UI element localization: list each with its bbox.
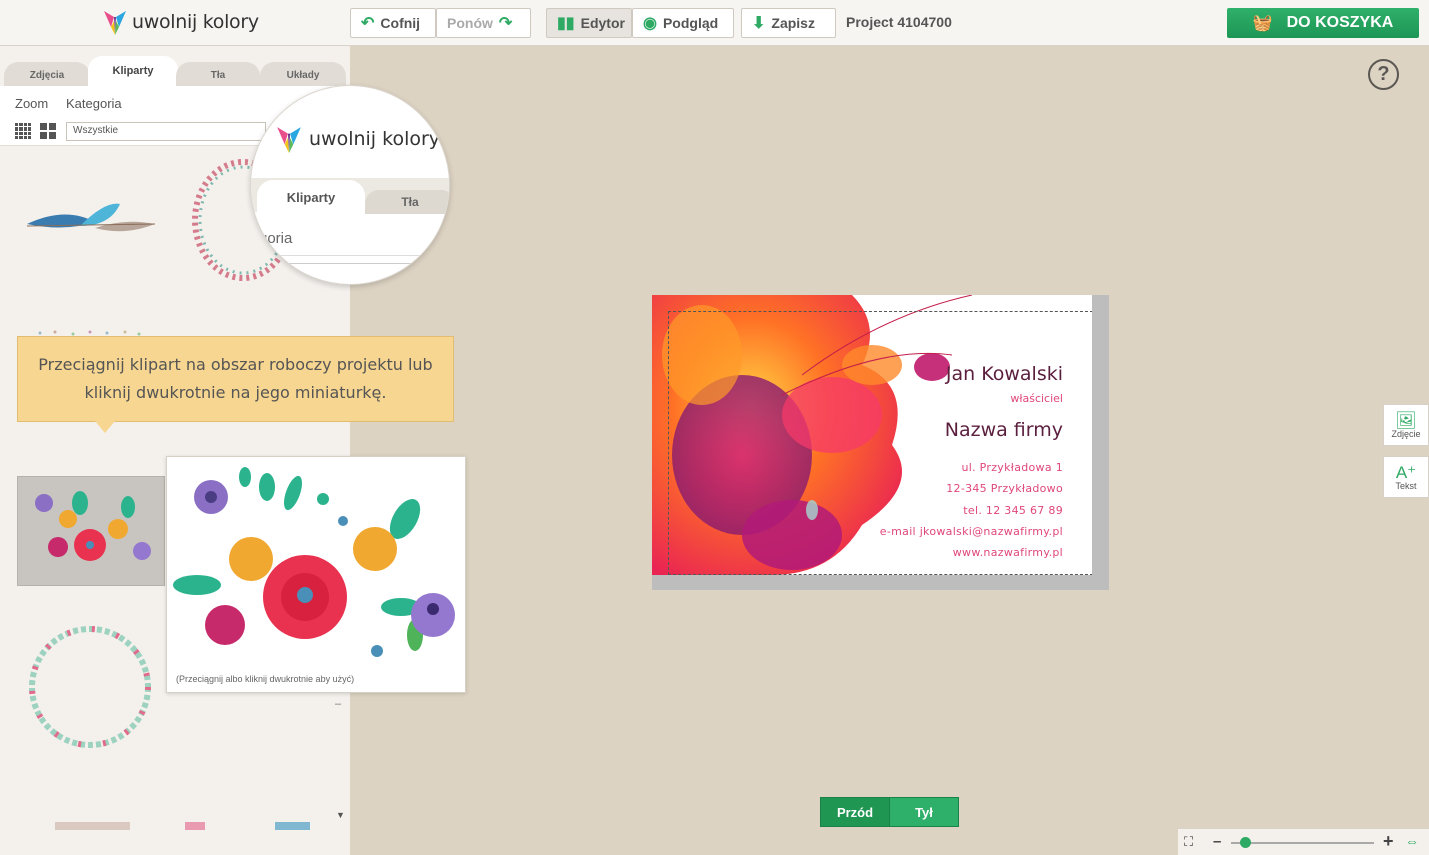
flowers-clipart-large-preview [173,467,455,657]
undo-arrow-icon: ↶ [361,15,375,32]
card-company-name[interactable]: Nazwa firmy [945,419,1063,441]
redo-button[interactable]: Ponów ↷ [436,8,531,38]
card-city-line[interactable]: 12-345 Przykładowo [946,482,1063,495]
zoom-controls: ⛶ – + ⇔ [1178,828,1429,855]
large-grid-view-icon[interactable] [40,123,56,139]
card-person-name[interactable]: Jan Kowalski [946,363,1063,385]
collapse-glyph[interactable]: – [335,698,341,710]
undo-label: Cofnij [380,15,421,31]
tab-backgrounds[interactable]: Tła [176,62,260,88]
project-name: Project 4104700 [846,14,952,30]
zoom-slider-handle[interactable] [1239,837,1251,848]
selected-flowers-clipart-thumbnail[interactable] [17,476,165,586]
add-photo-label: Zdjęcie [1391,428,1421,439]
canvas-bleed-area: Jan Kowalski właściciel Nazwa firmy ul. … [652,295,1109,590]
zoom-out-button[interactable]: – [1213,833,1221,850]
editor-mode-button[interactable]: ▮▮ Edytor [546,8,632,38]
zoom-in-button[interactable]: + [1383,831,1394,852]
preview-caption: (Przeciągnij albo kliknij dwukrotnie aby… [176,674,355,684]
save-label: Zapisz [771,15,815,31]
sidebar-tabs: Zdjęcia Kliparty Tła Układy [0,56,350,88]
editor-layout-icon: ▮▮ [557,15,575,32]
flowers-clipart-image [35,491,151,561]
magnified-select-edge [251,258,431,264]
basket-icon: 🧺 [1252,15,1273,32]
category-select[interactable]: Wszystkie [66,122,266,141]
image-add-icon: 🖼 [1395,410,1417,430]
magnified-logo-text: uwolnij kolory [309,128,441,150]
redo-label: Ponów [447,15,493,31]
tab-layouts[interactable]: Układy [260,62,346,88]
tab-cliparts[interactable]: Kliparty [88,56,178,86]
redo-arrow-icon: ↷ [498,15,513,32]
card-email-line[interactable]: e-mail jkowalski@nazwafirmy.pl [880,525,1063,538]
category-link[interactable]: Kategoria [66,96,122,111]
tab-photos[interactable]: Zdjęcia [4,62,90,88]
undo-button[interactable]: ↶ Cofnij [350,8,436,38]
butterfly-logo-icon [104,11,126,35]
magnified-butterfly-logo-icon [277,127,301,153]
preview-mode-button[interactable]: ◉ Podgląd [632,8,734,38]
next-row-clipart-thumbnails[interactable] [0,822,350,830]
save-button[interactable]: ⬇ Zapisz [741,8,836,38]
eye-icon: ◉ [643,15,657,32]
feathers-clipart-thumbnail[interactable] [25,196,160,246]
magnified-logo: uwolnij kolory [275,122,440,156]
card-website-line[interactable]: www.nazwafirmy.pl [953,546,1063,559]
magnified-tab-cliparts: Kliparty [257,180,365,214]
preview-label: Podgląd [662,15,719,31]
card-person-role[interactable]: właściciel [1010,392,1063,405]
download-icon: ⬇ [752,15,766,32]
front-side-button[interactable]: Przód [820,797,890,827]
zoom-slider-track[interactable] [1231,842,1374,844]
drag-hint-tooltip: Przeciągnij klipart na obszar roboczy pr… [17,336,454,422]
fit-width-icon[interactable]: ⇔ [1405,833,1419,849]
tooltip-arrow [95,421,115,433]
cart-label: DO KOSZYKA [1286,14,1394,31]
add-to-cart-button[interactable]: 🧺 DO KOSZYKA [1227,8,1419,38]
help-icon[interactable]: ? [1368,59,1399,90]
small-grid-view-icon[interactable] [15,123,31,139]
top-toolbar: uwolnij kolory ↶ Cofnij Ponów ↷ ▮▮ Edyto… [0,0,1429,46]
clipart-preview-popup[interactable]: (Przeciągnij albo kliknij dwukrotnie aby… [166,456,466,693]
scroll-down-icon[interactable]: ▼ [336,810,345,820]
back-side-button[interactable]: Tył [889,797,959,827]
logo-text: uwolnij kolory [132,11,259,33]
editor-label: Edytor [580,15,625,31]
business-card-canvas[interactable]: Jan Kowalski właściciel Nazwa firmy ul. … [652,295,1092,575]
round-wreath-clipart-thumbnail[interactable] [25,624,155,750]
magnified-tab-backgrounds: Tła [365,190,449,214]
text-add-icon: A⁺ [1395,462,1417,482]
add-photo-button[interactable]: 🖼 Zdjęcie [1383,404,1429,446]
card-address-line[interactable]: ul. Przykładowa 1 [961,461,1063,474]
add-text-button[interactable]: A⁺ Tekst [1383,456,1429,498]
magnified-category-text: goria [259,230,293,247]
zoom-magnifier-lens: uwolnij kolory Kliparty Tła goria [250,85,450,285]
fit-to-screen-icon[interactable]: ⛶ [1184,834,1193,850]
card-phone-line[interactable]: tel. 12 345 67 89 [963,504,1063,517]
add-text-label: Tekst [1395,480,1417,491]
zoom-link[interactable]: Zoom [15,96,48,111]
logo[interactable]: uwolnij kolory [102,7,259,37]
